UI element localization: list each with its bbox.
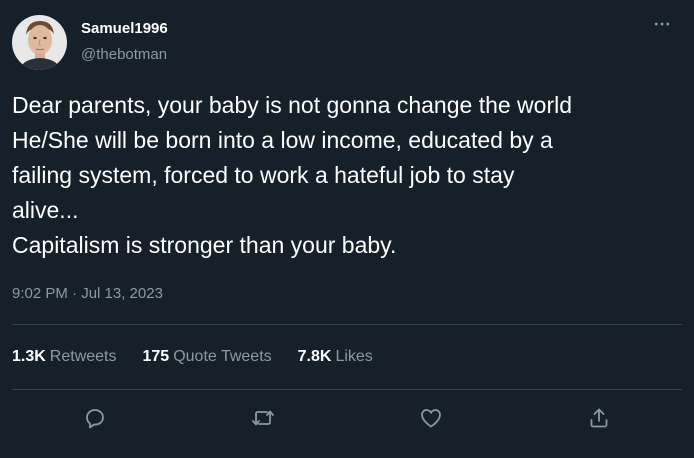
avatar-image (12, 14, 67, 70)
tweet-timestamp[interactable]: 9:02 PM · Jul 13, 2023 (12, 284, 163, 304)
reply-button[interactable] (75, 398, 115, 438)
likes-label: Likes (335, 348, 373, 365)
share-button[interactable] (579, 398, 619, 438)
likes-count: 7.8K (297, 348, 332, 365)
more-dots-icon (654, 22, 670, 26)
retweets-label: Retweets (49, 348, 117, 365)
quote-tweets-stat[interactable]: 175 Quote Tweets (143, 346, 272, 368)
tweet-text-line: Dear parents, your baby is not gonna cha… (12, 92, 573, 118)
user-handle[interactable]: @thebotman (81, 45, 168, 65)
user-info: Samuel1996 @thebotman (81, 19, 168, 65)
divider (12, 389, 682, 390)
tweet-actions (0, 398, 694, 438)
tweet-text: Dear parents, your baby is not gonna cha… (12, 88, 682, 263)
quote-tweets-label: Quote Tweets (173, 348, 272, 365)
more-options-button[interactable] (650, 12, 674, 36)
share-icon (590, 408, 608, 428)
retweets-stat[interactable]: 1.3K Retweets (12, 346, 117, 368)
avatar[interactable] (12, 14, 67, 70)
quote-tweets-count: 175 (142, 348, 170, 365)
tweet-stats: 1.3K Retweets 175 Quote Tweets 7.8K Like… (12, 346, 399, 368)
heart-icon (421, 409, 441, 428)
tweet-text-line: He/She will be born into a low income, e… (12, 127, 553, 153)
reply-icon (86, 409, 104, 429)
tweet-text-line: failing system, forced to work a hateful… (12, 162, 515, 188)
retweet-button[interactable] (243, 398, 283, 438)
likes-stat[interactable]: 7.8K Likes (298, 346, 373, 368)
retweets-count: 1.3K (12, 348, 46, 365)
tweet-text-line: Capitalism is stronger than your baby. (12, 232, 397, 258)
tweet-header: Samuel1996 @thebotman (12, 14, 168, 70)
divider (12, 324, 682, 325)
retweet-icon (252, 410, 274, 426)
display-name[interactable]: Samuel1996 (81, 19, 168, 39)
tweet-text-line: alive... (12, 197, 79, 223)
like-button[interactable] (411, 398, 451, 438)
tweet-card: Samuel1996 @thebotman Dear parents, your… (0, 0, 694, 458)
